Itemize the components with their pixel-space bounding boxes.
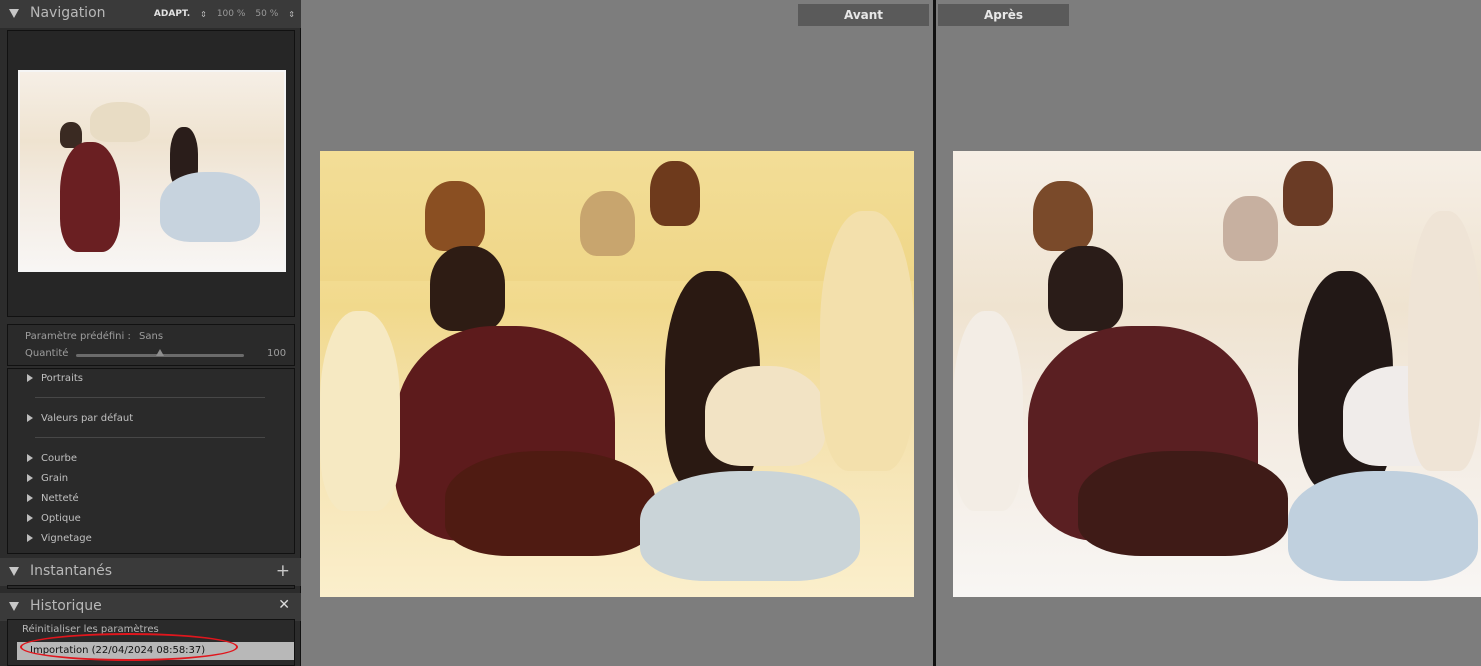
section-label: Courbe [41, 453, 78, 464]
left-panel: Navigation ADAPT. ⇕ 100 % 50 % ⇕ Paramètre… [0, 0, 301, 666]
preset-value[interactable]: Sans [139, 331, 163, 342]
history-header[interactable]: Historique ✕ [0, 593, 301, 621]
snapshots-panel [7, 585, 295, 589]
amount-value: 100 [267, 348, 287, 359]
expand-triangle-icon [27, 534, 33, 542]
navigator-thumbnail[interactable] [18, 70, 286, 272]
history-title: Historique [30, 598, 102, 614]
section-vignetage[interactable]: Vignetage [27, 533, 92, 544]
collapse-triangle-icon[interactable] [9, 602, 19, 611]
section-portraits[interactable]: Portraits [27, 373, 83, 384]
before-after-divider [933, 0, 936, 666]
section-valeurs-par-defaut[interactable]: Valeurs par défaut [27, 413, 133, 424]
section-divider [35, 397, 265, 398]
section-optique[interactable]: Optique [27, 513, 81, 524]
expand-triangle-icon [27, 374, 33, 382]
close-icon[interactable]: ✕ [278, 597, 290, 613]
section-label: Optique [41, 513, 81, 524]
expand-triangle-icon [27, 414, 33, 422]
section-label: Netteté [41, 493, 79, 504]
navigator-header[interactable]: Navigation ADAPT. ⇕ 100 % 50 % ⇕ [0, 0, 301, 28]
section-label: Valeurs par défaut [41, 413, 134, 424]
section-divider [35, 437, 265, 438]
expand-triangle-icon [27, 514, 33, 522]
collapse-triangle-icon[interactable] [9, 9, 19, 18]
zoom-fit-option[interactable]: ADAPT. [154, 9, 190, 19]
zoom-100-option[interactable]: 100 % [217, 9, 246, 19]
plus-icon[interactable]: + [276, 561, 290, 581]
updown-arrows-icon[interactable]: ⇕ [288, 10, 295, 19]
navigator-preview[interactable] [7, 30, 295, 317]
updown-arrows-icon[interactable]: ⇕ [200, 10, 207, 19]
before-label: Avant [798, 4, 929, 26]
after-label: Après [938, 4, 1069, 26]
preset-sections: Portraits Valeurs par défaut Courbe Grai… [7, 368, 295, 554]
collapse-triangle-icon[interactable] [9, 567, 19, 576]
navigator-title: Navigation [30, 5, 106, 21]
lightroom-develop-view: Navigation ADAPT. ⇕ 100 % 50 % ⇕ Paramètre… [0, 0, 1481, 666]
zoom-50-option[interactable]: 50 % [255, 9, 278, 19]
expand-triangle-icon [27, 494, 33, 502]
section-courbe[interactable]: Courbe [27, 453, 77, 464]
navigator-zoom-controls: ADAPT. ⇕ 100 % 50 % ⇕ [154, 9, 295, 19]
section-grain[interactable]: Grain [27, 473, 68, 484]
amount-label: Quantité [25, 348, 69, 359]
red-annotation-circle [20, 633, 238, 661]
section-label: Vignetage [41, 533, 92, 544]
snapshots-title: Instantanés [30, 563, 113, 579]
section-label: Portraits [41, 373, 83, 384]
expand-triangle-icon [27, 454, 33, 462]
amount-slider-thumb[interactable] [156, 349, 164, 356]
section-label: Grain [41, 473, 69, 484]
preset-panel: Paramètre prédéfini : Sans Quantité 100 [7, 324, 295, 366]
preset-label: Paramètre prédéfini : [25, 331, 131, 342]
after-image[interactable] [953, 151, 1481, 597]
before-image[interactable] [320, 151, 914, 597]
section-nettete[interactable]: Netteté [27, 493, 79, 504]
expand-triangle-icon [27, 474, 33, 482]
snapshots-header[interactable]: Instantanés + [0, 558, 301, 586]
